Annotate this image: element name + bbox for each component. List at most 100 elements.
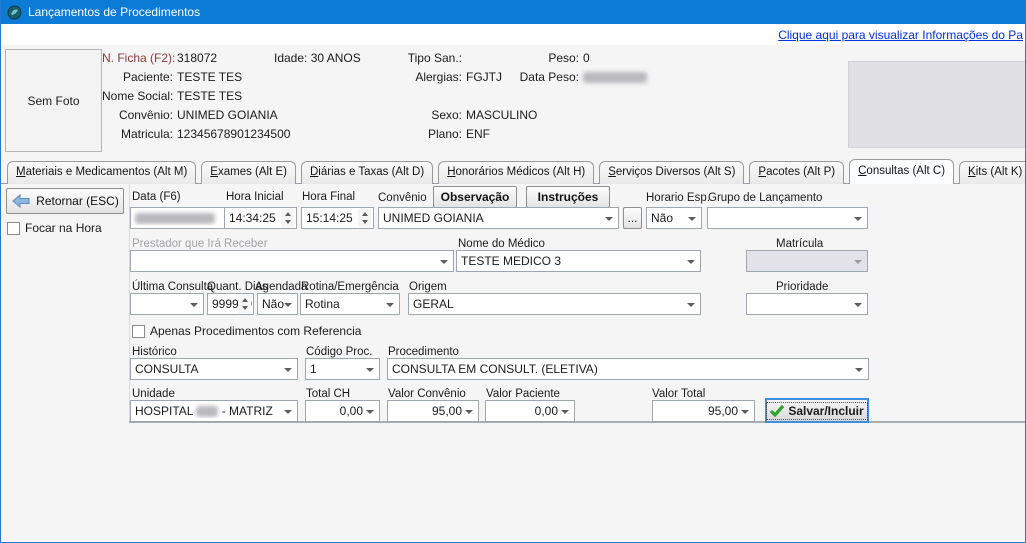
agendada-combo[interactable]: Não xyxy=(257,293,298,315)
dropdown-arrow-icon[interactable] xyxy=(687,303,695,307)
convenio-browse-button[interactable]: ... xyxy=(623,207,642,229)
tab-materiais[interactable]: Materiais e Medicamentos (Alt M) xyxy=(7,161,196,184)
valor-paciente-field[interactable]: 0,00 xyxy=(485,400,575,422)
unidade-combo[interactable]: HOSPITAL - MATRIZ xyxy=(130,400,298,422)
instrucoes-button[interactable]: Instruções xyxy=(526,186,610,208)
codigo-proc-combo[interactable]: 1 xyxy=(305,358,380,380)
spin-down-icon[interactable] xyxy=(362,220,368,224)
ultima-consulta-combo[interactable] xyxy=(130,293,204,315)
photo-placeholder: Sem Foto xyxy=(5,49,102,152)
spin-up-icon[interactable] xyxy=(242,298,248,302)
data-peso-redacted-value xyxy=(583,72,647,83)
patient-weight: Peso:0 xyxy=(482,51,590,65)
matricula-label: Matricula: xyxy=(102,127,173,141)
observacao-button[interactable]: Observação xyxy=(433,186,517,208)
dropdown-arrow-icon[interactable] xyxy=(741,410,749,414)
prioridade-label: Prioridade xyxy=(776,281,828,293)
ficha-label: N. Ficha (F2): xyxy=(102,51,173,65)
salvar-incluir-button[interactable]: Salvar/Incluir xyxy=(765,398,869,423)
total-ch-label: Total CH xyxy=(306,388,350,400)
tab-pacotes[interactable]: Pacotes (Alt P) xyxy=(749,161,844,184)
valor-convenio-field[interactable]: 95,00 xyxy=(387,400,479,422)
dropdown-arrow-icon[interactable] xyxy=(366,410,374,414)
app-icon xyxy=(7,5,22,20)
tab-consultas[interactable]: Consultas (Alt C) xyxy=(849,159,954,184)
plano-value: ENF xyxy=(466,127,490,141)
checkbox-box[interactable] xyxy=(132,325,145,338)
alergias-label: Alergias: xyxy=(362,70,462,84)
dropdown-arrow-icon[interactable] xyxy=(284,410,292,414)
tab-servicos[interactable]: Serviços Diversos (Alt S) xyxy=(599,161,744,184)
sexo-label: Sexo: xyxy=(362,108,462,122)
plano-label: Plano: xyxy=(362,127,462,141)
apenas-referencia-checkbox[interactable]: Apenas Procedimentos com Referencia xyxy=(132,324,361,338)
spin-up-icon[interactable] xyxy=(362,212,368,216)
origem-combo[interactable]: GERAL xyxy=(408,293,701,315)
dropdown-arrow-icon[interactable] xyxy=(284,303,292,307)
dropdown-arrow-icon[interactable] xyxy=(284,368,292,372)
dropdown-arrow-icon[interactable] xyxy=(854,217,862,221)
horario-esp-label: Horario Esp. xyxy=(646,192,710,204)
patient-age: Idade: 30 ANOS xyxy=(274,51,361,65)
matricula-field-label: Matrícula xyxy=(776,238,823,250)
dropdown-arrow-icon[interactable] xyxy=(190,303,198,307)
dropdown-arrow-icon[interactable] xyxy=(688,217,696,221)
spin-buttons[interactable] xyxy=(281,209,294,227)
spin-buttons[interactable] xyxy=(358,209,371,227)
ultima-consulta-label: Última Consulta xyxy=(132,281,213,293)
valor-total-field[interactable]: 95,00 xyxy=(652,400,755,422)
dropdown-arrow-icon[interactable] xyxy=(855,368,863,372)
observacao-label: Observação xyxy=(441,190,510,204)
dropdown-arrow-icon[interactable] xyxy=(605,217,613,221)
prioridade-combo[interactable] xyxy=(746,293,868,315)
retornar-label: Retornar (ESC) xyxy=(36,194,119,208)
dropdown-arrow-icon[interactable] xyxy=(854,303,862,307)
grupo-lancamento-combo[interactable] xyxy=(707,207,868,229)
procedimento-combo[interactable]: CONSULTA EM CONSULT. (ELETIVA) xyxy=(387,358,869,380)
instrucoes-label: Instruções xyxy=(538,190,599,204)
total-ch-field[interactable]: 0,00 xyxy=(305,400,380,422)
horario-esp-combo[interactable]: Não xyxy=(646,207,702,229)
nome-medico-combo[interactable]: TESTE MEDICO 3 xyxy=(456,250,701,272)
spin-down-icon[interactable] xyxy=(242,306,248,310)
matricula-combo xyxy=(746,250,868,272)
patient-info-link[interactable]: Clique aqui para visualizar Informações … xyxy=(778,28,1023,42)
dropdown-arrow-icon[interactable] xyxy=(561,410,569,414)
hora-final-spinner[interactable]: 15:14:25 xyxy=(301,207,374,229)
patient-insurer: Convênio:UNIMED GOIANIA xyxy=(102,108,278,122)
spin-buttons[interactable] xyxy=(238,295,251,313)
checkbox-box[interactable] xyxy=(7,222,20,235)
unidade-value-prefix: HOSPITAL xyxy=(135,404,193,418)
matricula-value: 12345678901234500 xyxy=(177,127,290,141)
spin-up-icon[interactable] xyxy=(285,212,291,216)
agendada-label: Agendada xyxy=(255,281,307,293)
prestador-label: Prestador que Irá Receber xyxy=(132,238,268,250)
hora-inicial-spinner[interactable]: 14:34:25 xyxy=(224,207,297,229)
paciente-label: Paciente: xyxy=(102,70,173,84)
tab-honorarios[interactable]: Honorários Médicos (Alt H) xyxy=(438,161,594,184)
dropdown-arrow-icon[interactable] xyxy=(687,260,695,264)
focar-na-hora-checkbox[interactable]: Focar na Hora xyxy=(7,221,102,235)
hora-inicial-label: Hora Inicial xyxy=(226,191,284,203)
dropdown-arrow-icon[interactable] xyxy=(440,260,448,264)
spin-down-icon[interactable] xyxy=(285,220,291,224)
dropdown-arrow-icon[interactable] xyxy=(465,410,473,414)
prestador-combo[interactable] xyxy=(130,250,454,272)
dropdown-arrow-icon[interactable] xyxy=(386,303,394,307)
tab-kits[interactable]: Kits (Alt K) xyxy=(959,161,1026,184)
dropdown-arrow-icon[interactable] xyxy=(366,368,374,372)
procedimento-label: Procedimento xyxy=(388,346,459,358)
tab-exames[interactable]: Exames (Alt E) xyxy=(201,161,296,184)
retornar-button[interactable]: Retornar (ESC) xyxy=(6,188,124,214)
focar-na-hora-label: Focar na Hora xyxy=(25,221,102,235)
rotina-emergencia-combo[interactable]: Rotina xyxy=(300,293,400,315)
convenio-combo[interactable]: UNIMED GOIANIA xyxy=(378,207,619,229)
tab-diarias[interactable]: Diárias e Taxas (Alt D) xyxy=(301,161,433,184)
quant-dias-spinner[interactable]: 999999 xyxy=(207,293,254,315)
peso-value: 0 xyxy=(583,51,590,65)
nome-medico-label: Nome do Médico xyxy=(458,238,545,250)
hora-final-label: Hora Final xyxy=(302,191,355,203)
historico-combo[interactable]: CONSULTA xyxy=(130,358,298,380)
grupo-lancamento-label: Grupo de Lançamento xyxy=(708,192,822,204)
valor-total-label: Valor Total xyxy=(652,388,705,400)
